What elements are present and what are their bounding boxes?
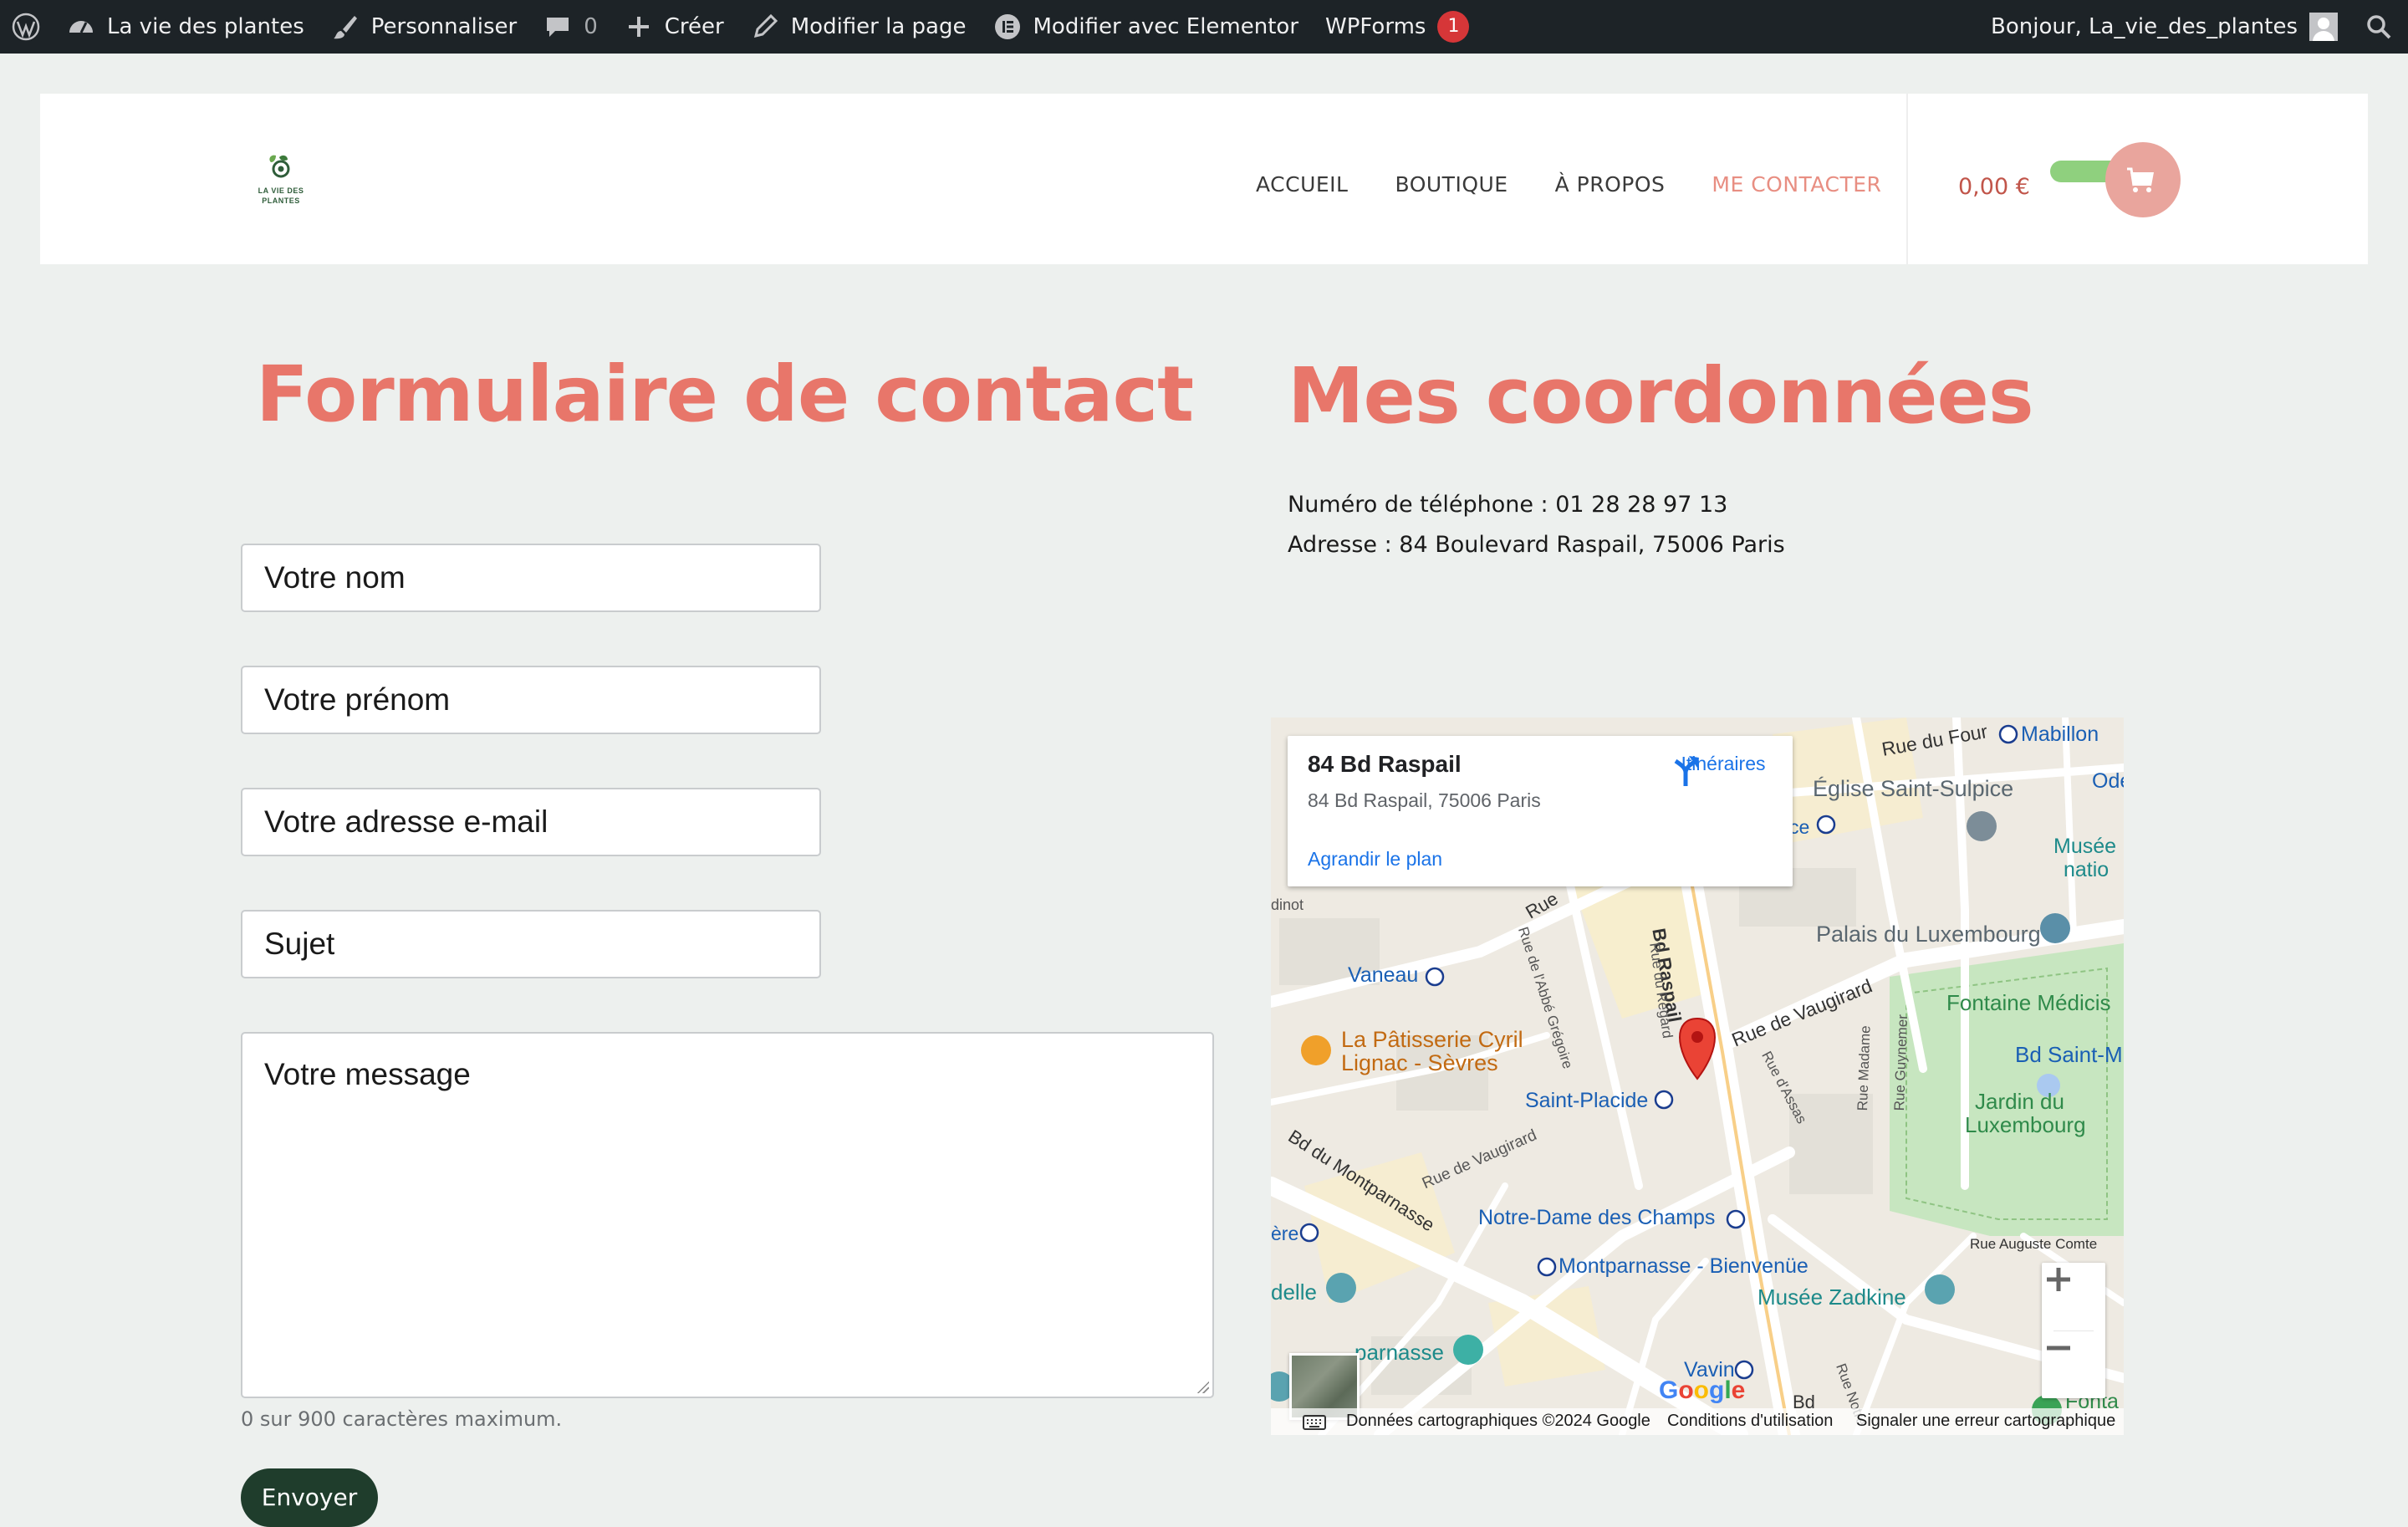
map-label-parnasse: parnasse (1354, 1340, 1444, 1365)
dashboard-icon (69, 21, 93, 33)
postal-address: Adresse : 84 Boulevard Raspail, 75006 Pa… (1288, 532, 1785, 558)
plant-logo-icon (269, 155, 290, 178)
map-label-vaneau: Vaneau (1348, 963, 1419, 987)
firstname-input[interactable]: Votre prénom (241, 666, 821, 734)
map-label-palais: Palais du Luxembourg (1816, 922, 2041, 947)
map-label-mabillon: Mabillon (2021, 723, 2099, 746)
coordinates-title: Mes coordonnées (1288, 351, 2034, 441)
comments-count: 0 (584, 14, 598, 39)
directions-icon (1674, 756, 1699, 786)
subject-input[interactable]: Sujet (241, 910, 821, 978)
name-input[interactable]: Votre nom (241, 544, 821, 612)
site-name-label: La vie des plantes (107, 14, 304, 39)
map-label-ere: ère (1271, 1223, 1299, 1244)
site-name-menu[interactable]: La vie des plantes (54, 0, 318, 54)
wordpress-icon (12, 13, 40, 41)
map-label-patisserie-2: Lignac - Sèvres (1341, 1050, 1498, 1075)
plus-icon (628, 17, 649, 37)
header-divider (1906, 94, 1908, 264)
elementor-menu[interactable]: Modifier avec Elementor (980, 0, 1313, 54)
search-icon (2367, 15, 2391, 39)
zoom-in-button[interactable] (2042, 1263, 2105, 1330)
cart-icon (2127, 167, 2154, 192)
account-menu[interactable]: Bonjour, La_vie_des_plantes (1977, 0, 2351, 54)
zoom-out-icon (2047, 1346, 2070, 1351)
contact-form-title: Formulaire de contact (256, 350, 1194, 439)
site-logo[interactable]: LA VIE DES PLANTES (241, 152, 321, 211)
place-title: 84 Bd Raspail (1308, 751, 1462, 777)
new-content-label: Créer (664, 14, 724, 39)
map-label-odeon: Odé (2092, 769, 2124, 793)
map-label-fontaine: Fontaine Médicis (1946, 990, 2111, 1015)
admin-search-button[interactable] (2351, 0, 2408, 54)
wpforms-label: WPForms (1325, 14, 1426, 39)
nav-a-propos[interactable]: À PROPOS (1555, 172, 1666, 197)
avatar (2309, 13, 2338, 41)
zoom-out-button[interactable] (2042, 1331, 2105, 1398)
map-label-bd-saint-m: Bd Saint-M (2015, 1042, 2123, 1067)
report-error-link[interactable]: Signaler une erreur cartographique (1856, 1412, 2115, 1431)
logo-text-2: PLANTES (262, 197, 300, 205)
map-data-credit: Données cartographiques ©2024 Google (1346, 1412, 1650, 1430)
map-label-eglise: Église Saint-Sulpice (1813, 776, 2014, 801)
directions-button[interactable]: Itinéraires (1669, 753, 1778, 786)
phone-number: Numéro de téléphone : 01 28 28 97 13 (1288, 492, 1728, 518)
site-header: LA VIE DES PLANTES ACCUEIL BOUTIQUE À PR… (40, 94, 2368, 264)
map-label-musee-nat-2: natio (2064, 858, 2110, 881)
customize-menu[interactable]: Personnaliser (318, 0, 530, 54)
keyboard-icon[interactable] (1303, 1415, 1326, 1430)
map-label-rue-madame: Rue Madame (1854, 1024, 1874, 1111)
customize-label: Personnaliser (370, 14, 518, 39)
map-label-rue-auguste: Rue Auguste Comte (1970, 1236, 2098, 1252)
map-label-dinot: dinot (1271, 896, 1304, 913)
greeting-label: Bonjour, La_vie_des_plantes (1991, 14, 2298, 39)
map-label-jardin-2: Luxembourg (1965, 1112, 2086, 1137)
email-input[interactable]: Votre adresse e-mail (241, 788, 821, 856)
terms-link[interactable]: Conditions d'utilisation (1667, 1412, 1833, 1431)
elementor-label: Modifier avec Elementor (1033, 14, 1299, 39)
comments-menu[interactable]: 0 (530, 0, 611, 54)
wpforms-menu[interactable]: WPForms 1 (1312, 0, 1482, 54)
nav-boutique[interactable]: BOUTIQUE (1395, 172, 1508, 197)
zoom-controls (2042, 1263, 2105, 1398)
cart-button[interactable] (2105, 142, 2181, 217)
map-label-patisserie-1: La Pâtisserie Cyril (1341, 1027, 1523, 1052)
zoom-in-icon (2047, 1268, 2070, 1291)
main-navigation: ACCUEIL BOUTIQUE À PROPOS ME CONTACTER (1256, 172, 1881, 197)
comment-icon (547, 18, 569, 37)
message-placeholder: Votre message (264, 1057, 471, 1091)
map-label-rue-guynemer: Rue Guynemer (1891, 1014, 1911, 1111)
enlarge-map-link[interactable]: Agrandir le plan (1308, 848, 1442, 871)
google-logo: Google (1659, 1376, 1746, 1404)
message-textarea[interactable]: Votre message (241, 1032, 1214, 1398)
map-label-musee-zadkine: Musée Zadkine (1758, 1284, 1906, 1310)
map-attribution-bar: Données cartographiques ©2024 Google Con… (1271, 1408, 2124, 1435)
wpforms-notification-badge: 1 (1437, 11, 1470, 43)
nav-me-contacter[interactable]: ME CONTACTER (1712, 172, 1881, 197)
map-info-card: 84 Bd Raspail 84 Bd Raspail, 75006 Paris… (1288, 736, 1793, 886)
map-label-saint-placide: Saint-Placide (1525, 1089, 1649, 1112)
map-label-notre-dame: Notre-Dame des Champs (1478, 1206, 1716, 1229)
map-label-musee-nat-1: Musée (2053, 835, 2117, 858)
map-label-montparnasse: Montparnasse - Bienvenüe (1559, 1254, 1809, 1278)
textarea-resize-handle[interactable] (1196, 1380, 1209, 1393)
pencil-icon (753, 13, 778, 38)
place-address: 84 Bd Raspail, 75006 Paris (1308, 789, 1541, 811)
character-counter: 0 sur 900 caractères maximum. (241, 1407, 563, 1431)
map-label-delle: delle (1271, 1279, 1317, 1305)
new-content-menu[interactable]: Créer (611, 0, 737, 54)
wp-admin-bar: La vie des plantes Personnaliser 0 Créer… (0, 0, 2408, 54)
map-label-jardin-1: Jardin du (1975, 1089, 2064, 1114)
edit-page-menu[interactable]: Modifier la page (737, 0, 980, 54)
brush-icon (333, 16, 357, 39)
elementor-icon (994, 14, 1020, 39)
nav-accueil[interactable]: ACCUEIL (1256, 172, 1348, 197)
edit-page-label: Modifier la page (790, 14, 967, 39)
google-map[interactable]: Rue du Four Mabillon Odé Église Saint-Su… (1271, 718, 2124, 1435)
cart-total[interactable]: 0,00 € (1958, 174, 2030, 200)
wordpress-logo-button[interactable] (0, 0, 54, 54)
submit-button[interactable]: Envoyer (241, 1468, 378, 1527)
logo-text-1: LA VIE DES (258, 186, 304, 195)
